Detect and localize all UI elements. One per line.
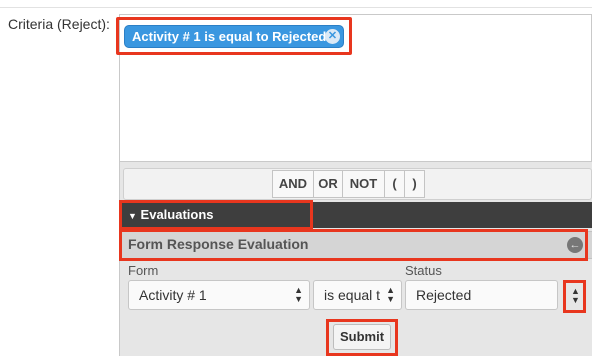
evaluations-title: Evaluations	[140, 207, 214, 222]
caret-down-icon: ▼	[128, 211, 137, 221]
status-label: Status	[405, 263, 442, 278]
evaluations-header[interactable]: ▼ Evaluations	[128, 207, 214, 222]
operator-select[interactable]: is equal t ▲ ▼	[313, 280, 402, 310]
form-select[interactable]: Activity # 1 ▲ ▼	[128, 280, 310, 310]
criteria-pill-text: Activity # 1 is equal to Rejected	[132, 29, 327, 44]
close-paren-button[interactable]: )	[404, 170, 425, 198]
criteria-pill-highlight: Activity # 1 is equal to Rejected ✕	[116, 17, 352, 55]
select-arrows-icon[interactable]: ▲ ▼	[571, 287, 580, 305]
submit-highlight	[326, 319, 398, 356]
form-select-value: Activity # 1	[139, 287, 207, 303]
top-divider	[0, 0, 592, 8]
criteria-pill[interactable]: Activity # 1 is equal to Rejected ✕	[124, 25, 344, 48]
form-response-title: Form Response Evaluation	[128, 236, 309, 252]
status-select-value: Rejected	[416, 287, 472, 303]
open-paren-button[interactable]: (	[384, 170, 405, 198]
and-button[interactable]: AND	[272, 170, 314, 198]
criteria-label: Criteria (Reject):	[8, 16, 110, 32]
operator-button-group: AND OR NOT ( )	[272, 170, 425, 198]
form-label: Form	[128, 263, 159, 278]
select-arrows-icon: ▲ ▼	[294, 285, 303, 304]
select-arrows-icon: ▲ ▼	[386, 285, 395, 304]
arrow-left-circle-icon[interactable]: ←	[567, 237, 583, 253]
operator-select-value: is equal t	[324, 287, 381, 303]
status-select[interactable]: Rejected	[405, 280, 558, 310]
not-button[interactable]: NOT	[342, 170, 385, 198]
x-circle-icon[interactable]: ✕	[325, 29, 340, 44]
or-button[interactable]: OR	[313, 170, 343, 198]
